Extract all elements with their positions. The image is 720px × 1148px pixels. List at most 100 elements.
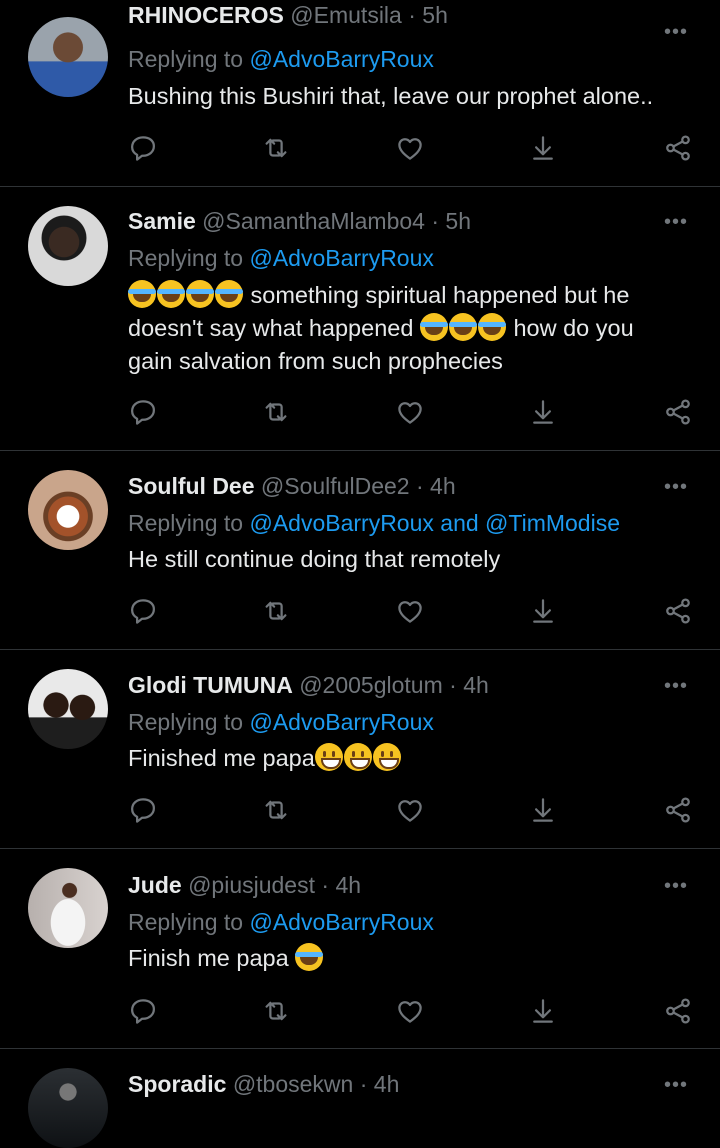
share-icon[interactable]	[663, 397, 695, 427]
display-name[interactable]: Samie	[128, 208, 196, 234]
mention-link[interactable]: @AdvoBarryRoux	[249, 709, 433, 735]
like-icon[interactable]	[395, 596, 427, 626]
share-icon[interactable]	[663, 795, 695, 825]
timestamp[interactable]: 5h	[445, 208, 471, 234]
tweet-text: Bushing this Bushiri that, leave our pro…	[128, 83, 654, 109]
replying-to-line: Replying to @AdvoBarryRoux	[128, 44, 434, 74]
reply-icon[interactable]	[128, 133, 160, 163]
mention-link[interactable]: @AdvoBarryRoux	[249, 909, 433, 935]
display-name[interactable]: RHINOCEROS	[128, 2, 284, 28]
separator: ·	[408, 2, 416, 28]
action-bar	[128, 596, 698, 626]
action-bar	[128, 996, 698, 1026]
username[interactable]: @2005glotum	[299, 672, 443, 698]
laughing-emoji-icon	[157, 280, 185, 308]
avatar[interactable]	[28, 1068, 108, 1148]
avatar[interactable]	[28, 17, 108, 97]
more-options-icon[interactable]: •••	[664, 477, 688, 497]
reply-icon[interactable]	[128, 795, 160, 825]
timestamp[interactable]: 5h	[422, 2, 448, 28]
like-icon[interactable]	[395, 397, 427, 427]
download-icon[interactable]	[528, 397, 560, 427]
tweet-header: Sporadic @tbosekwn · 4h	[128, 1069, 399, 1099]
mention-link[interactable]: @AdvoBarryRoux	[249, 46, 433, 72]
username[interactable]: @SamanthaMlambo4	[202, 208, 425, 234]
timestamp[interactable]: 4h	[463, 672, 489, 698]
laughing-emoji-icon	[186, 280, 214, 308]
mention-link[interactable]: @AdvoBarryRoux and @TimModise	[249, 510, 620, 536]
tweet-header: RHINOCEROS @Emutsila · 5h	[128, 0, 448, 30]
like-icon[interactable]	[395, 996, 427, 1026]
avatar[interactable]	[28, 206, 108, 286]
replying-label: Replying to	[128, 245, 244, 271]
tweet[interactable]: Samie @SamanthaMlambo4 · 5h ••• Replying…	[0, 186, 720, 451]
tweet-text-fragment: something spiritual happened but he	[250, 282, 630, 308]
laughing-emoji-icon	[477, 313, 506, 341]
display-name[interactable]: Sporadic	[128, 1071, 226, 1097]
more-options-icon[interactable]: •••	[664, 212, 688, 232]
timestamp[interactable]: 4h	[430, 473, 456, 499]
username[interactable]: @piusjudest	[188, 872, 315, 898]
like-icon[interactable]	[395, 133, 427, 163]
separator: ·	[449, 672, 457, 698]
tweet[interactable]: Jude @piusjudest · 4h ••• Replying to @A…	[0, 848, 720, 1049]
replying-label: Replying to	[128, 709, 244, 735]
action-bar	[128, 397, 698, 427]
download-icon[interactable]	[528, 996, 560, 1026]
display-name[interactable]: Jude	[128, 872, 182, 898]
reply-icon[interactable]	[128, 397, 160, 427]
timestamp[interactable]: 4h	[374, 1071, 400, 1097]
more-options-icon[interactable]: •••	[664, 1075, 688, 1095]
tweet-text: Finish me papa	[128, 942, 688, 975]
grinning-emoji-icon	[343, 743, 372, 771]
download-icon[interactable]	[528, 596, 560, 626]
display-name[interactable]: Glodi TUMUNA	[128, 672, 293, 698]
like-icon[interactable]	[395, 795, 427, 825]
avatar[interactable]	[28, 470, 108, 550]
share-icon[interactable]	[663, 133, 695, 163]
tweet[interactable]: Glodi TUMUNA @2005glotum · 4h ••• Replyi…	[0, 649, 720, 849]
grinning-emoji-icon	[372, 743, 401, 771]
share-icon[interactable]	[663, 996, 695, 1026]
tweet-text-line: gain salvation from such prophecies	[128, 348, 503, 374]
tweet-header: Samie @SamanthaMlambo4 · 5h	[128, 206, 471, 236]
tweet[interactable]: Sporadic @tbosekwn · 4h •••	[0, 1048, 720, 1148]
more-options-icon[interactable]: •••	[664, 876, 688, 896]
download-icon[interactable]	[528, 133, 560, 163]
more-options-icon[interactable]: •••	[664, 676, 688, 696]
avatar[interactable]	[28, 868, 108, 948]
share-icon[interactable]	[663, 596, 695, 626]
tweet[interactable]: Soulful Dee @SoulfulDee2 · 4h ••• Replyi…	[0, 450, 720, 650]
retweet-icon[interactable]	[261, 397, 293, 427]
download-icon[interactable]	[528, 795, 560, 825]
mention-link[interactable]: @AdvoBarryRoux	[249, 245, 433, 271]
avatar[interactable]	[28, 669, 108, 749]
username[interactable]: @Emutsila	[290, 2, 402, 28]
replying-to-line: Replying to @AdvoBarryRoux	[128, 907, 434, 937]
separator: ·	[321, 872, 330, 898]
display-name[interactable]: Soulful Dee	[128, 473, 255, 499]
laughing-emoji-icon	[215, 280, 243, 308]
more-options-icon[interactable]: •••	[664, 22, 688, 42]
username[interactable]: @SoulfulDee2	[261, 473, 410, 499]
replying-label: Replying to	[128, 510, 244, 536]
separator: ·	[415, 473, 424, 499]
tweet-text-fragment: Finish me papa	[128, 945, 289, 971]
retweet-icon[interactable]	[261, 133, 293, 163]
tweet-header: Jude @piusjudest · 4h	[128, 870, 361, 900]
reply-icon[interactable]	[128, 596, 160, 626]
replying-label: Replying to	[128, 909, 244, 935]
tweet-header: Glodi TUMUNA @2005glotum · 4h	[128, 670, 489, 700]
action-bar	[128, 133, 698, 163]
tweet-text-fragment: how do you	[513, 315, 634, 341]
tweet-text-line: something spiritual happened but he	[128, 279, 688, 312]
retweet-icon[interactable]	[261, 596, 293, 626]
timestamp[interactable]: 4h	[335, 872, 361, 898]
separator: ·	[359, 1071, 368, 1097]
reply-icon[interactable]	[128, 996, 160, 1026]
tweet-text-fragment: Finished me papa	[128, 745, 315, 771]
tweet[interactable]: RHINOCEROS @Emutsila · 5h ••• Replying t…	[0, 0, 720, 187]
retweet-icon[interactable]	[261, 795, 293, 825]
username[interactable]: @tbosekwn	[233, 1071, 354, 1097]
retweet-icon[interactable]	[261, 996, 293, 1026]
